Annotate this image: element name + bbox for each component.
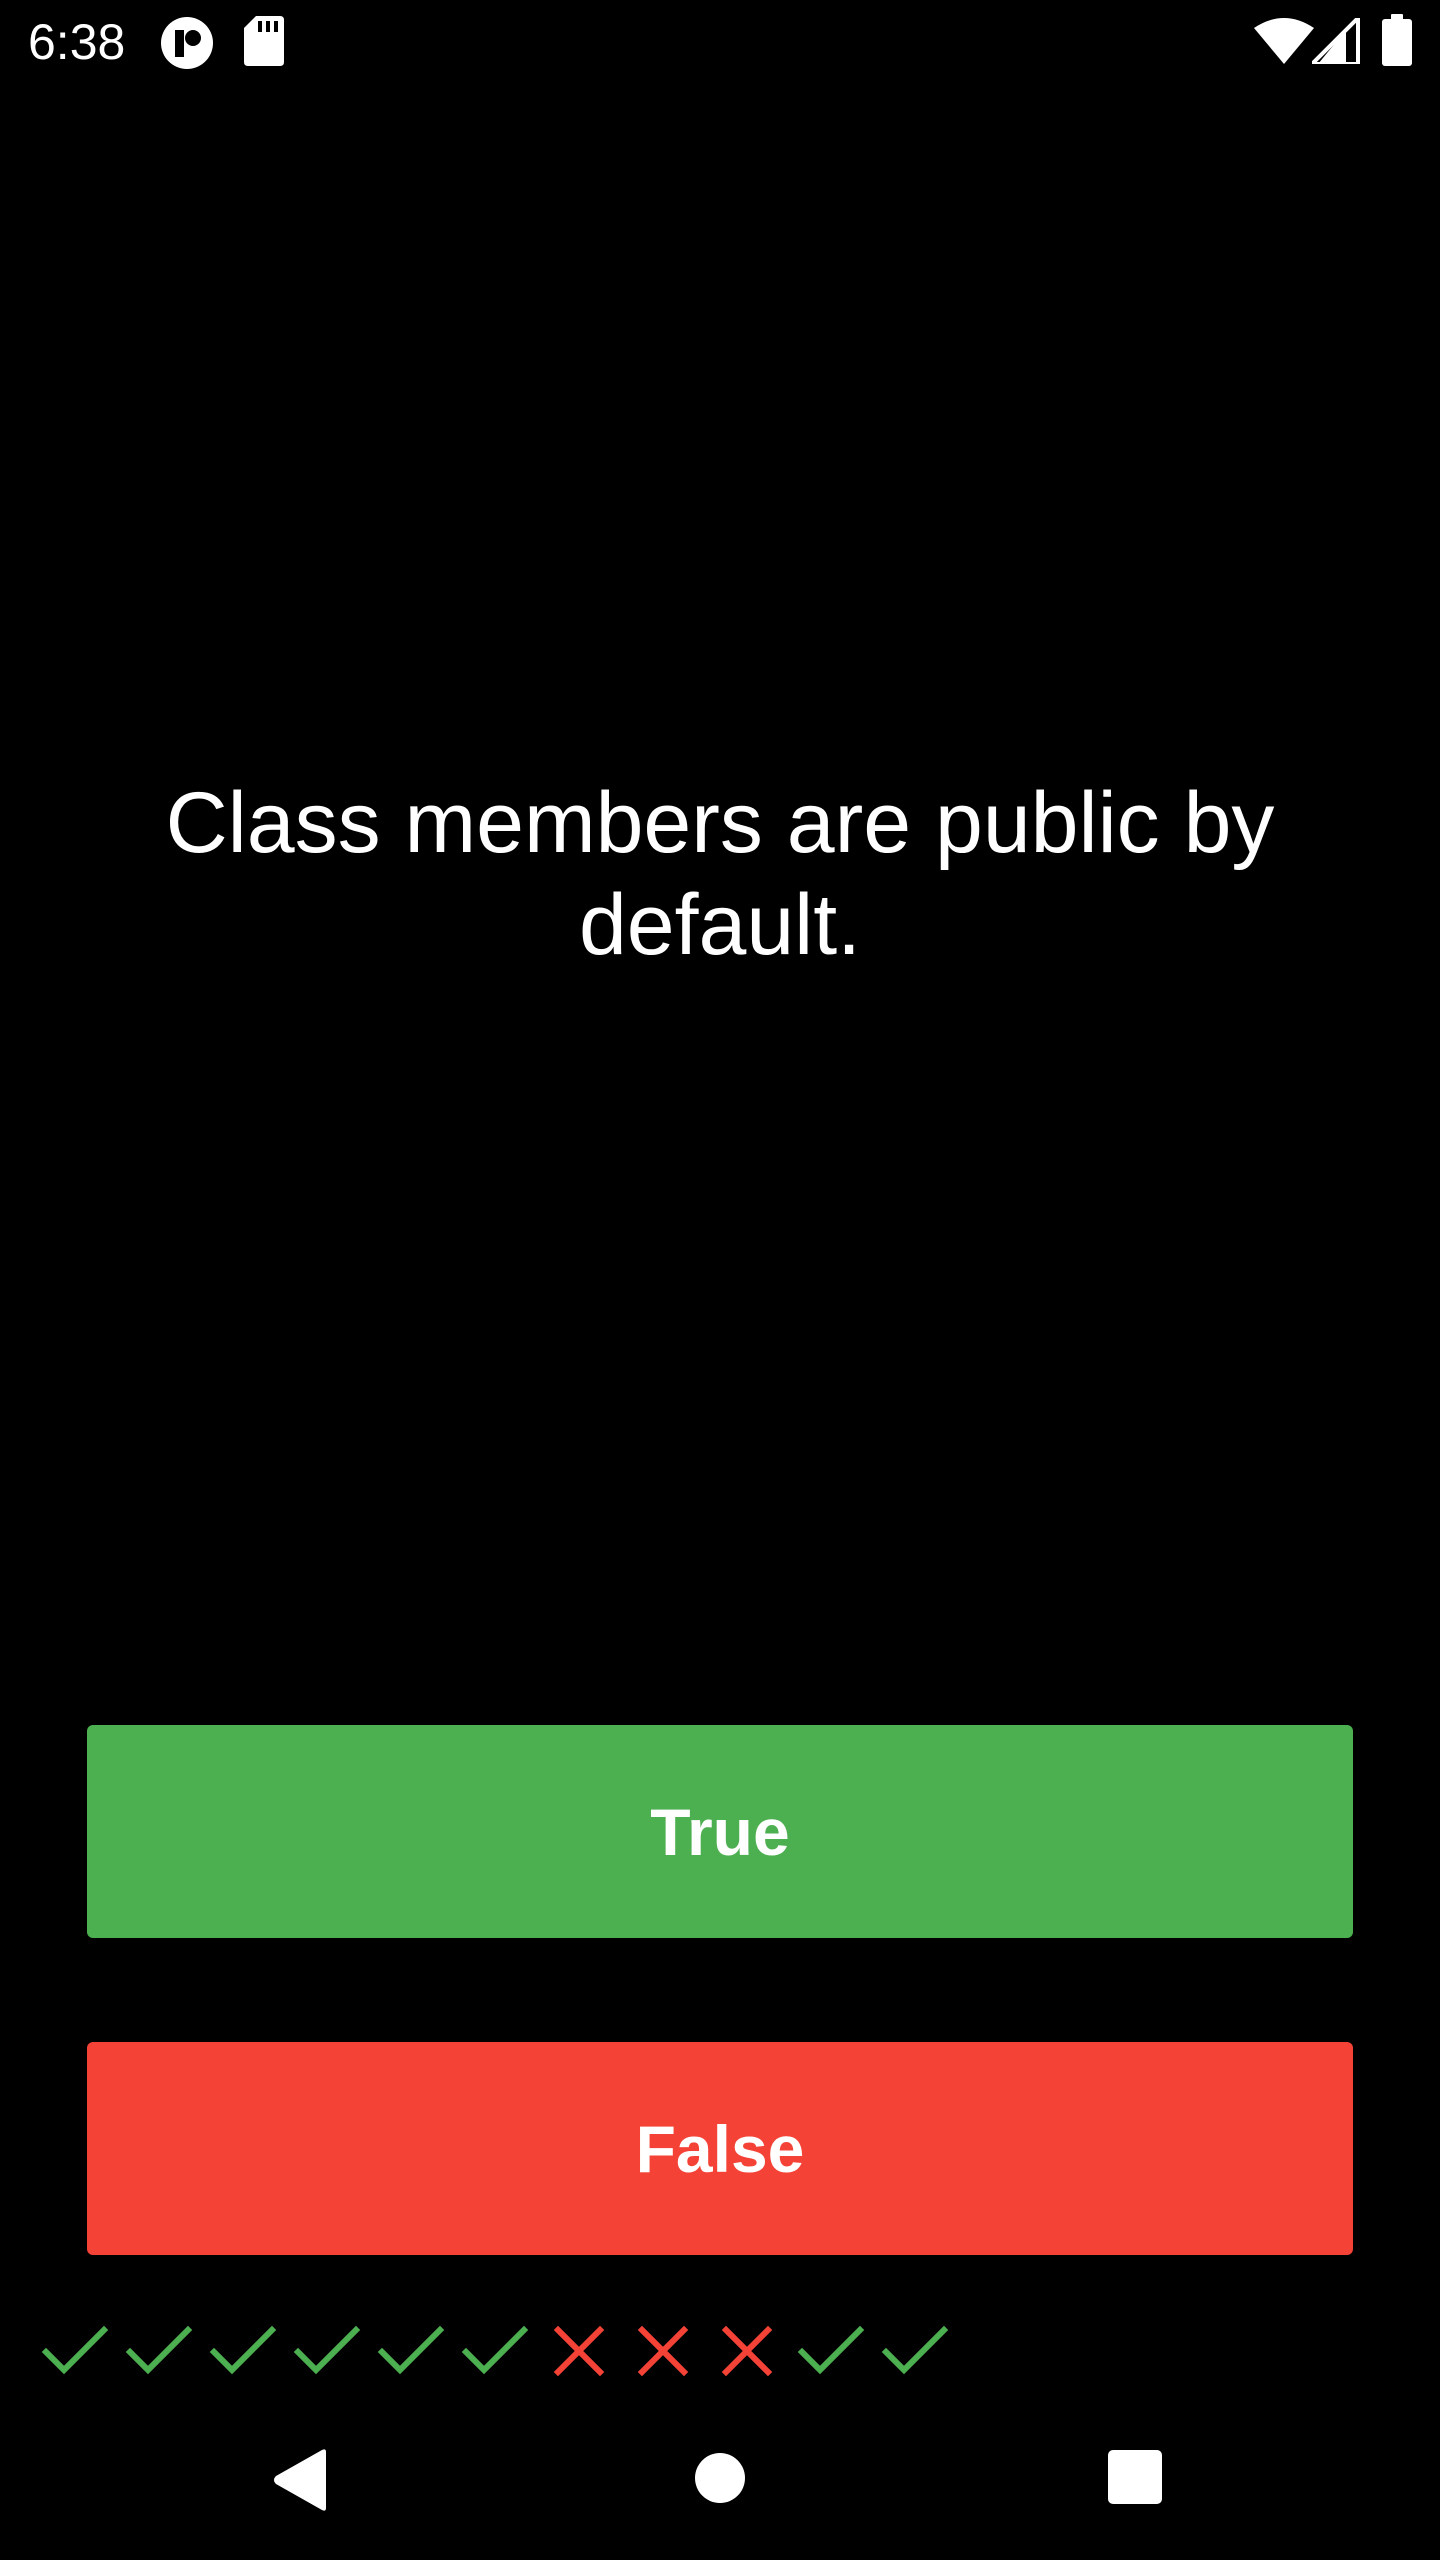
incorrect-x-icon bbox=[721, 2325, 773, 2377]
status-bar: 6:38 bbox=[0, 0, 1440, 84]
battery-icon bbox=[1382, 14, 1412, 66]
recents-icon[interactable] bbox=[1108, 2450, 1162, 2504]
incorrect-x-icon bbox=[553, 2325, 605, 2377]
back-icon[interactable] bbox=[270, 2448, 330, 2512]
question-text: Class members are public by default. bbox=[165, 775, 1275, 973]
incorrect-x-icon bbox=[637, 2325, 689, 2377]
correct-check-icon bbox=[461, 2325, 529, 2375]
wifi-icon bbox=[1254, 18, 1314, 64]
correct-check-icon bbox=[209, 2325, 277, 2375]
home-icon[interactable] bbox=[694, 2452, 746, 2504]
navigation-bar bbox=[0, 2420, 1440, 2560]
app-notification-icon bbox=[161, 17, 213, 69]
correct-check-icon bbox=[377, 2325, 445, 2375]
correct-check-icon bbox=[41, 2325, 109, 2375]
correct-check-icon bbox=[797, 2325, 865, 2375]
correct-check-icon bbox=[881, 2325, 949, 2375]
false-button[interactable]: False bbox=[87, 2042, 1353, 2255]
status-time: 6:38 bbox=[28, 14, 126, 70]
cell-signal-icon bbox=[1312, 18, 1360, 64]
sd-card-icon bbox=[244, 16, 284, 66]
true-button[interactable]: True bbox=[87, 1725, 1353, 1938]
correct-check-icon bbox=[125, 2325, 193, 2375]
correct-check-icon bbox=[293, 2325, 361, 2375]
